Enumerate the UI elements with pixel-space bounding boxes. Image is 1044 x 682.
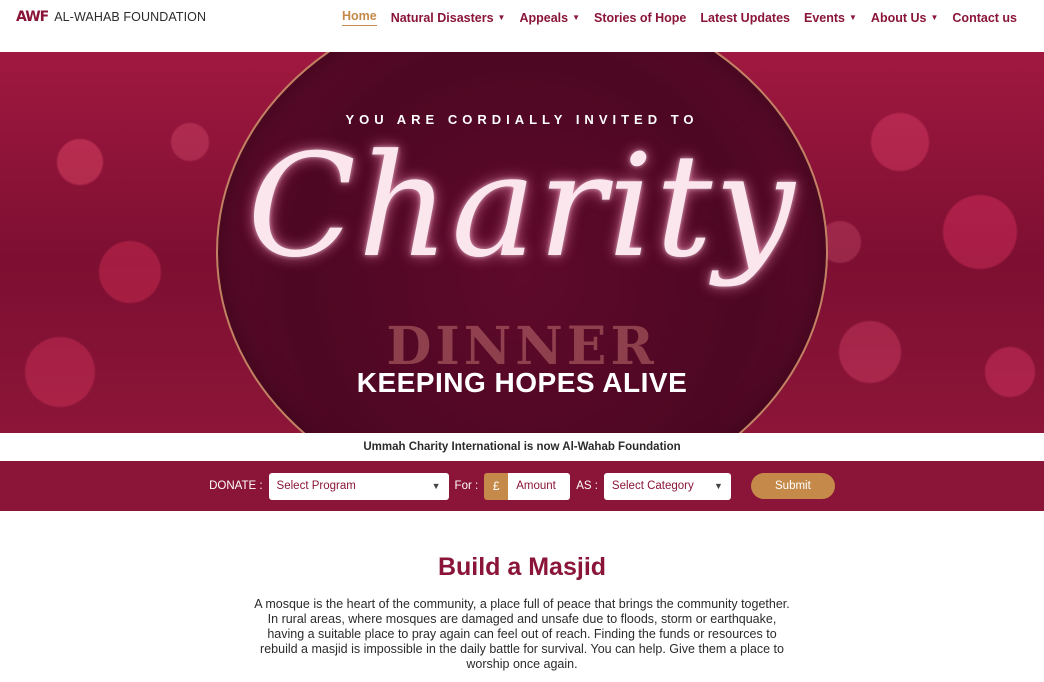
program-select[interactable]: Select Program ▼ — [268, 472, 449, 500]
hero-script-title: Charity — [247, 124, 797, 289]
for-label: For : — [454, 480, 479, 492]
chevron-down-icon: ▼ — [714, 481, 723, 491]
section-body: A mosque is the heart of the community, … — [254, 597, 790, 671]
chevron-down-icon: ▼ — [930, 13, 939, 22]
main-menu: Home Natural Disasters ▼ Appeals ▼ Stories… — [335, 9, 1024, 26]
nav-home[interactable]: Home — [335, 9, 384, 26]
donate-bar: DONATE : Select Program ▼ For : £ AS : S… — [0, 461, 1044, 511]
nav-contact-us[interactable]: Contact us — [945, 11, 1024, 25]
nav-natural-disasters[interactable]: Natural Disasters ▼ — [384, 11, 513, 25]
hero-tagline: KEEPING HOPES ALIVE — [356, 367, 688, 398]
amount-group: £ — [484, 472, 571, 500]
nav-events[interactable]: Events ▼ — [797, 11, 864, 25]
category-select-value: Select Category — [611, 480, 694, 492]
top-navbar: AWF AL-WAHAB FOUNDATION Home Natural Dis… — [0, 0, 1044, 52]
masjid-section: Build a Masjid A mosque is the heart of … — [0, 511, 1044, 682]
nav-appeals[interactable]: Appeals ▼ — [512, 11, 587, 25]
as-label: AS : — [576, 480, 598, 492]
logo-text: AL-WAHAB FOUNDATION — [54, 10, 207, 24]
section-title: Build a Masjid — [437, 553, 607, 581]
hero-banner: YOU ARE CORDIALLY INVITED TO Charity DIN… — [0, 52, 1044, 433]
logo-mark: AWF — [16, 9, 49, 25]
donate-label: DONATE : — [209, 480, 263, 492]
chevron-down-icon: ▼ — [849, 13, 857, 22]
amount-input[interactable] — [508, 472, 571, 500]
nav-stories-of-hope[interactable]: Stories of Hope — [587, 11, 693, 25]
chevron-down-icon: ▼ — [497, 13, 506, 22]
category-select[interactable]: Select Category ▼ — [603, 472, 731, 500]
chevron-down-icon: ▼ — [431, 481, 441, 491]
nav-latest-updates[interactable]: Latest Updates — [693, 11, 797, 25]
chevron-down-icon: ▼ — [572, 13, 581, 22]
site-logo[interactable]: AWF AL-WAHAB FOUNDATION — [16, 9, 206, 25]
program-select-value: Select Program — [276, 480, 356, 492]
rebrand-notice: Ummah Charity International is now Al-Wa… — [0, 433, 1044, 461]
pound-currency-icon: £ — [484, 472, 509, 500]
submit-button[interactable]: Submit — [750, 473, 835, 499]
nav-about-us[interactable]: About Us ▼ — [864, 11, 945, 25]
